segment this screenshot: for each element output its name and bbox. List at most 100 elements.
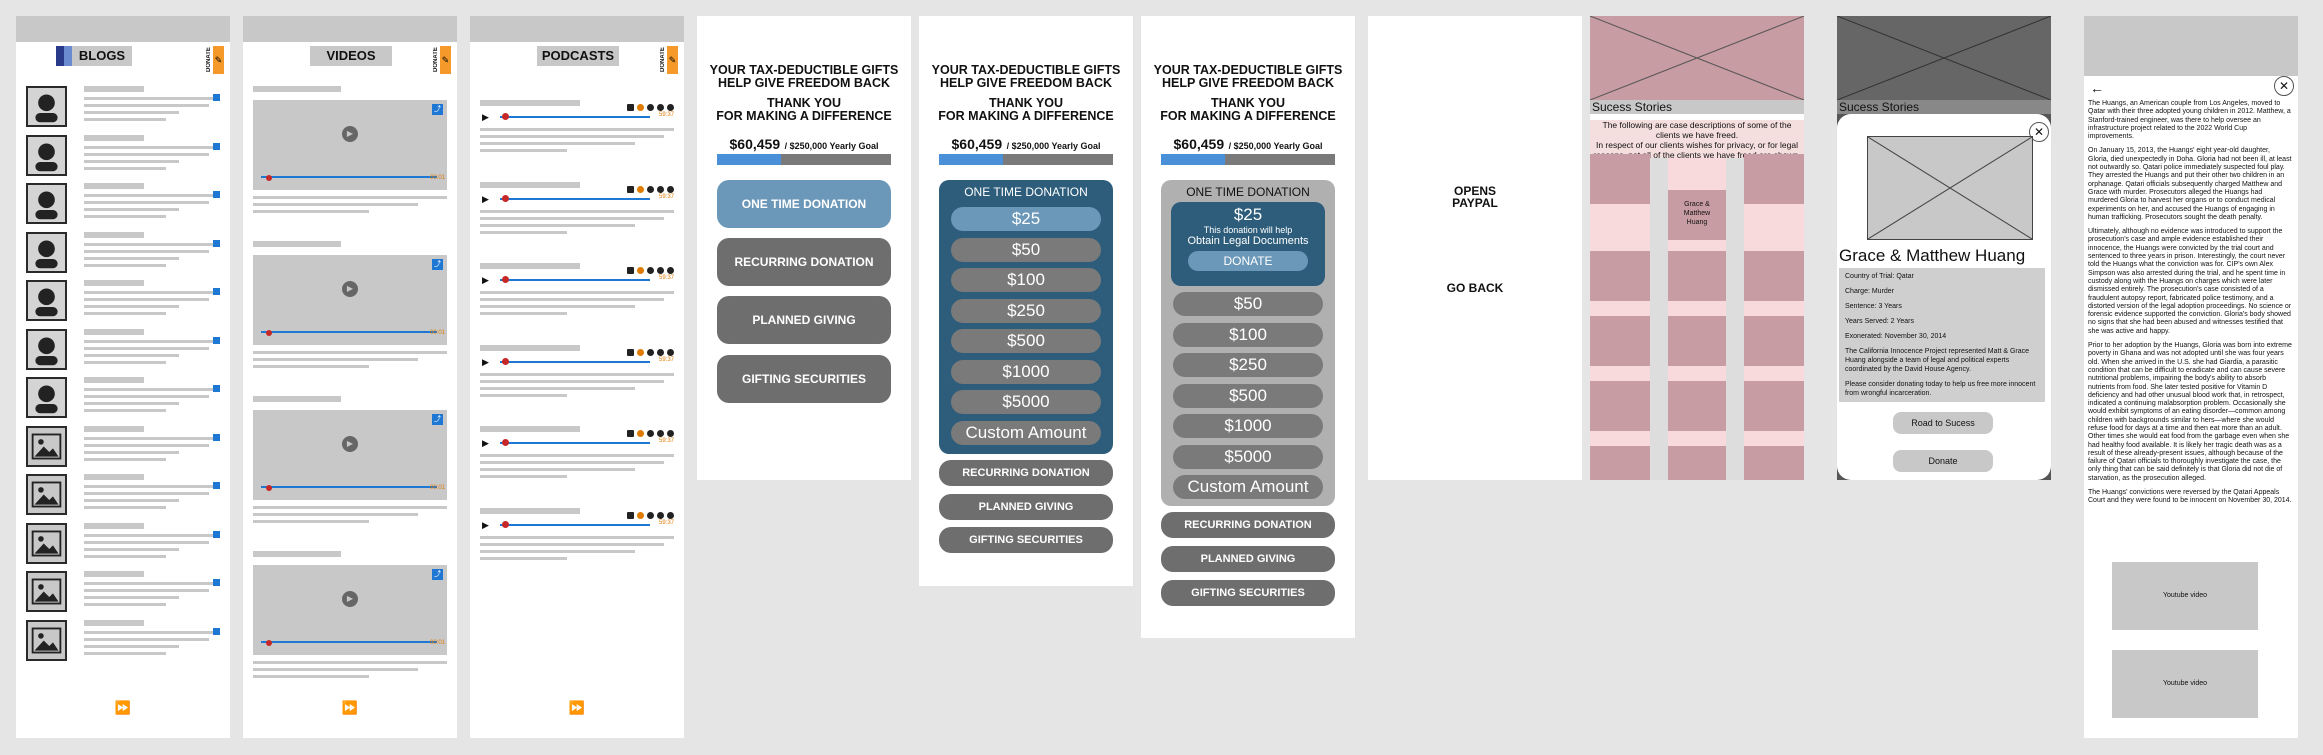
spotify-icon[interactable] bbox=[637, 104, 644, 111]
story-tile[interactable] bbox=[1744, 381, 1804, 431]
spotify-icon[interactable] bbox=[637, 511, 644, 519]
more-icon[interactable] bbox=[667, 185, 674, 193]
back-arrow-icon[interactable]: ← bbox=[2090, 80, 2104, 96]
fast-forward-icon[interactable]: ⏩ bbox=[569, 700, 585, 716]
donate-tab[interactable]: DONATE ✎ bbox=[432, 44, 451, 76]
blog-row[interactable] bbox=[26, 231, 220, 274]
seek-bar[interactable] bbox=[261, 331, 437, 333]
planned-giving-button[interactable]: PLANNED GIVING bbox=[717, 296, 891, 344]
share-icon[interactable] bbox=[647, 185, 654, 193]
podcast-row[interactable]: ▶ 59:37 bbox=[480, 344, 674, 425]
blog-row[interactable] bbox=[26, 328, 220, 371]
recurring-donation-button[interactable]: RECURRING DONATION bbox=[1161, 512, 1335, 538]
podcast-row[interactable]: ▶ 59:37 bbox=[480, 181, 674, 262]
donate-tab[interactable]: DONATE ✎ bbox=[205, 44, 224, 76]
rss-icon[interactable] bbox=[657, 511, 664, 519]
video-row[interactable]: ▶ ⤴ 00:01 bbox=[253, 86, 447, 231]
story-tile[interactable] bbox=[1744, 154, 1804, 204]
video-row[interactable]: ▶ ⤴ 00:01 bbox=[253, 551, 447, 696]
seek-handle[interactable] bbox=[502, 113, 509, 120]
share-icon[interactable] bbox=[213, 336, 220, 344]
share-icon[interactable] bbox=[213, 530, 220, 538]
play-icon[interactable]: ▶ bbox=[482, 438, 489, 449]
rss-icon[interactable] bbox=[657, 104, 664, 111]
share-icon[interactable] bbox=[213, 579, 220, 586]
donate-button[interactable]: DONATE bbox=[1188, 251, 1308, 271]
one-time-donation-button[interactable]: ONE TIME DONATION bbox=[717, 180, 891, 228]
more-icon[interactable] bbox=[667, 104, 674, 111]
share-icon[interactable]: ⤴ bbox=[432, 414, 443, 425]
story-tile[interactable] bbox=[1668, 316, 1726, 366]
apple-icon[interactable] bbox=[627, 267, 634, 274]
planned-giving-button[interactable]: PLANNED GIVING bbox=[939, 494, 1113, 520]
share-icon[interactable] bbox=[213, 433, 220, 441]
play-icon[interactable]: ▶ bbox=[342, 591, 358, 608]
seek-handle[interactable] bbox=[266, 640, 272, 646]
seek-handle[interactable] bbox=[266, 485, 272, 491]
podcast-row[interactable]: ▶ 59:37 bbox=[480, 100, 674, 180]
blog-row[interactable] bbox=[26, 522, 220, 565]
story-tile[interactable] bbox=[1590, 446, 1650, 480]
road-to-success-button[interactable]: Road to Sucess bbox=[1893, 412, 1993, 434]
story-tile[interactable] bbox=[1668, 381, 1726, 431]
seek-bar[interactable] bbox=[500, 116, 650, 118]
play-icon[interactable]: ▶ bbox=[342, 126, 358, 143]
share-icon[interactable] bbox=[647, 511, 654, 519]
amount-button[interactable]: $500 bbox=[951, 329, 1101, 353]
share-icon[interactable] bbox=[647, 348, 654, 356]
story-tile[interactable] bbox=[1744, 251, 1804, 301]
seek-handle[interactable] bbox=[502, 439, 509, 446]
fast-forward-icon[interactable]: ⏩ bbox=[115, 700, 131, 716]
share-icon[interactable] bbox=[213, 627, 220, 635]
share-icon[interactable] bbox=[213, 94, 220, 101]
blog-row[interactable] bbox=[26, 134, 220, 177]
video-player[interactable]: ▶ ⤴ 00:01 bbox=[253, 410, 447, 500]
share-icon[interactable] bbox=[647, 430, 654, 437]
apple-icon[interactable] bbox=[627, 430, 634, 437]
amount-button[interactable]: $25 bbox=[951, 207, 1101, 231]
seek-handle[interactable] bbox=[266, 330, 272, 336]
play-icon[interactable]: ▶ bbox=[482, 194, 489, 205]
podcast-row[interactable]: ▶ 59:37 bbox=[480, 263, 674, 343]
seek-handle[interactable] bbox=[266, 175, 272, 181]
podcast-row[interactable]: ▶ 59:37 bbox=[480, 507, 674, 588]
apple-icon[interactable] bbox=[627, 348, 634, 356]
story-tile[interactable] bbox=[1668, 251, 1726, 301]
video-player[interactable]: ▶ ⤴ 00:01 bbox=[253, 565, 447, 655]
more-icon[interactable] bbox=[667, 430, 674, 437]
apple-icon[interactable] bbox=[627, 185, 634, 193]
spotify-icon[interactable] bbox=[637, 430, 644, 437]
gifting-securities-button[interactable]: GIFTING SECURITIES bbox=[1161, 580, 1335, 606]
more-icon[interactable] bbox=[667, 511, 674, 519]
close-icon[interactable]: ✕ bbox=[2274, 76, 2294, 96]
amount-button[interactable]: $5000 bbox=[951, 390, 1101, 414]
recurring-donation-button[interactable]: RECURRING DONATION bbox=[717, 238, 891, 286]
blog-row[interactable] bbox=[26, 425, 220, 468]
blog-row[interactable] bbox=[26, 183, 220, 225]
share-icon[interactable]: ⤴ bbox=[432, 104, 443, 115]
go-back-link[interactable]: GO BACK bbox=[1368, 281, 1582, 295]
gifting-securities-button[interactable]: GIFTING SECURITIES bbox=[717, 355, 891, 403]
rss-icon[interactable] bbox=[657, 430, 664, 437]
amount-button[interactable]: $5000 bbox=[1173, 444, 1323, 469]
seek-bar[interactable] bbox=[261, 641, 437, 643]
video-player[interactable]: ▶ ⤴ 00:01 bbox=[253, 255, 447, 345]
one-time-label[interactable]: ONE TIME DONATION bbox=[939, 185, 1113, 199]
share-icon[interactable] bbox=[213, 191, 220, 198]
seek-bar[interactable] bbox=[500, 197, 650, 200]
amount-button[interactable]: Custom Amount bbox=[951, 420, 1101, 445]
one-time-label[interactable]: ONE TIME DONATION bbox=[1161, 185, 1335, 199]
spotify-icon[interactable] bbox=[637, 185, 644, 193]
amount-button[interactable]: $100 bbox=[1173, 322, 1323, 347]
story-tile[interactable] bbox=[1590, 154, 1650, 204]
share-icon[interactable] bbox=[213, 288, 220, 295]
play-icon[interactable]: ▶ bbox=[482, 520, 489, 531]
story-tile[interactable] bbox=[1590, 316, 1650, 366]
donate-button[interactable]: Donate bbox=[1893, 450, 1993, 472]
seek-bar[interactable] bbox=[261, 486, 437, 488]
apple-icon[interactable] bbox=[627, 104, 634, 111]
more-icon[interactable] bbox=[667, 348, 674, 356]
share-icon[interactable]: ⤴ bbox=[432, 569, 443, 580]
more-icon[interactable] bbox=[667, 267, 674, 274]
share-icon[interactable] bbox=[647, 104, 654, 111]
